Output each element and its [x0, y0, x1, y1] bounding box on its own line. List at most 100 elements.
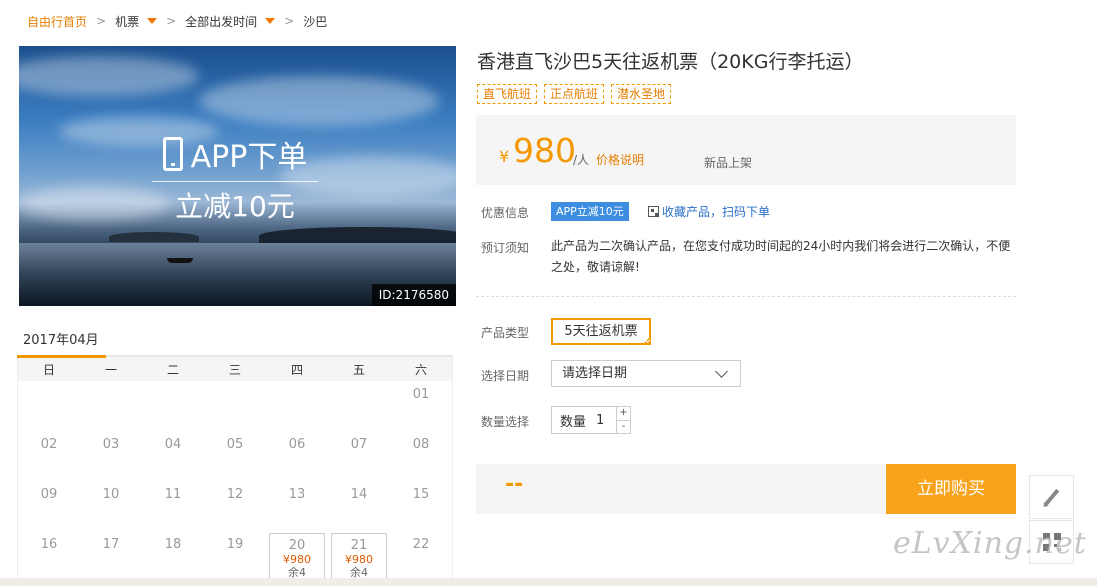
- calendar-tab-active-indicator: [17, 355, 106, 358]
- calendar-day: [18, 381, 80, 431]
- calendar-day-number: 01: [412, 387, 430, 402]
- calendar-day: 03: [80, 431, 142, 481]
- departure-calendar: 2017年04月 日 一 二 三 四 五 六 01 02 03 04 05 06 07 08 09 10 11 1…: [17, 322, 453, 586]
- boat-shape: [167, 258, 193, 263]
- quantity-inner-label: 数量: [560, 414, 587, 430]
- product-hero-image: APP下单 立减10元 ID:2176580: [19, 46, 456, 306]
- breadcrumb: 自由行首页 > 机票 > 全部出发时间 > 沙巴: [27, 12, 327, 30]
- app-order-line: APP下单: [152, 134, 318, 175]
- feedback-tool-button[interactable]: [1029, 475, 1074, 519]
- calendar-day-number: 08: [412, 437, 430, 452]
- calendar-day-number: 02: [40, 437, 58, 452]
- calendar-day-available[interactable]: 20 ¥980 余4: [269, 533, 325, 581]
- calendar-day: [266, 381, 328, 431]
- calendar-day: 04: [142, 431, 204, 481]
- new-product-label: 新品上架: [704, 156, 753, 170]
- calendar-day: 05: [204, 431, 266, 481]
- calendar-day: [142, 381, 204, 431]
- total-price: --: [505, 472, 524, 497]
- app-promo-banner: APP下单 立减10元: [152, 134, 318, 226]
- calendar-day: 11: [142, 481, 204, 531]
- calendar-day: [80, 381, 142, 431]
- calendar-grid: 01 02 03 04 05 06 07 08 09 10 11 12 13 14 15 16 17 18 19 20…: [17, 381, 453, 586]
- calendar-day-number: 05: [226, 437, 244, 452]
- weekday-label: 五: [352, 362, 365, 377]
- breadcrumb-separator: >: [284, 14, 295, 28]
- breadcrumb-home-link[interactable]: 自由行首页: [27, 13, 87, 30]
- weekday-label: 三: [228, 362, 241, 377]
- app-discount-text: 立减10元: [175, 190, 295, 223]
- price-explain-link[interactable]: 价格说明: [596, 151, 644, 168]
- quantity-decrement-button[interactable]: -: [617, 420, 630, 433]
- calendar-day: 02: [18, 431, 80, 481]
- calendar-day: 09: [18, 481, 80, 531]
- calendar-day: 12: [204, 481, 266, 531]
- calendar-day: 17: [80, 531, 142, 581]
- calendar-day-number: 19: [226, 537, 244, 552]
- product-tags: 直飞航班 正点航班 潜水圣地: [477, 84, 672, 104]
- favorite-scan-link[interactable]: 收藏产品，扫码下单: [648, 203, 770, 220]
- calendar-day-number: 20: [288, 538, 306, 553]
- buy-now-button[interactable]: 立即购买: [886, 464, 1016, 514]
- calendar-day: [204, 381, 266, 431]
- date-select-value: 请选择日期: [562, 366, 628, 381]
- product-tag: 潜水圣地: [611, 84, 672, 104]
- quantity-input[interactable]: 1: [596, 413, 604, 428]
- breadcrumb-destination: 沙巴: [303, 14, 328, 29]
- calendar-day: 16: [18, 531, 80, 581]
- calendar-day-number: 03: [102, 437, 120, 452]
- calendar-day-number: 21: [350, 538, 368, 553]
- phone-icon: [162, 137, 183, 171]
- calendar-day: 10: [80, 481, 142, 531]
- calendar-day-number: 11: [164, 487, 182, 502]
- product-tag: 直飞航班: [477, 84, 538, 104]
- weekday-label: 二: [166, 362, 179, 377]
- calendar-day: 07: [328, 431, 390, 481]
- promo-divider: [152, 181, 318, 182]
- purchase-bar: -- 立即购买: [476, 464, 1016, 514]
- chevron-down-icon: [715, 365, 728, 378]
- quantity-increment-button[interactable]: +: [617, 407, 630, 420]
- calendar-day-number: 22: [412, 537, 430, 552]
- calendar-day-available[interactable]: 21 ¥980 余4: [331, 533, 387, 581]
- quantity-label: 数量选择: [481, 415, 530, 429]
- app-order-text: APP下单: [190, 140, 308, 175]
- calendar-day: 18: [142, 531, 204, 581]
- pencil-icon: [1044, 488, 1059, 506]
- breadcrumb-category-label: 机票: [115, 14, 140, 29]
- breadcrumb-separator: >: [166, 14, 177, 28]
- product-type-option[interactable]: 5天往返机票: [551, 318, 651, 345]
- weekday-label: 一: [104, 362, 117, 377]
- calendar-day: [328, 381, 390, 431]
- calendar-day: 19: [204, 531, 266, 581]
- breadcrumb-departure-dropdown[interactable]: 全部出发时间: [185, 13, 276, 30]
- breadcrumb-category-dropdown[interactable]: 机票: [115, 13, 158, 30]
- calendar-day-number: 09: [40, 487, 58, 502]
- calendar-day-number: 04: [164, 437, 182, 452]
- calendar-day-price: ¥980: [283, 553, 311, 566]
- favorite-scan-text: 收藏产品，扫码下单: [662, 205, 771, 219]
- price-currency: ¥: [499, 147, 510, 166]
- calendar-day-number: 06: [288, 437, 306, 452]
- check-corner-icon: [642, 336, 651, 345]
- calendar-day-number: 15: [412, 487, 430, 502]
- date-select-dropdown[interactable]: 请选择日期: [551, 360, 741, 387]
- weekday-label: 四: [290, 362, 303, 377]
- breadcrumb-separator: >: [96, 14, 107, 28]
- cloud-shape: [19, 56, 199, 96]
- calendar-month-tab[interactable]: 2017年04月: [17, 322, 453, 355]
- calendar-day-number: 13: [288, 487, 306, 502]
- calendar-day: 15: [390, 481, 452, 531]
- section-divider: [476, 296, 1016, 297]
- calendar-day: 14: [328, 481, 390, 531]
- caret-down-icon: [147, 18, 158, 24]
- cloud-shape: [199, 76, 439, 126]
- island-shape: [109, 232, 199, 242]
- price-unit: /人: [573, 153, 590, 167]
- calendar-day: 13: [266, 481, 328, 531]
- app-discount-badge: APP立减10元: [551, 202, 629, 221]
- calendar-day-number: 12: [226, 487, 244, 502]
- product-type-label: 产品类型: [481, 326, 530, 340]
- calendar-day: 22: [390, 531, 452, 581]
- product-id-label: ID:2176580: [371, 284, 456, 306]
